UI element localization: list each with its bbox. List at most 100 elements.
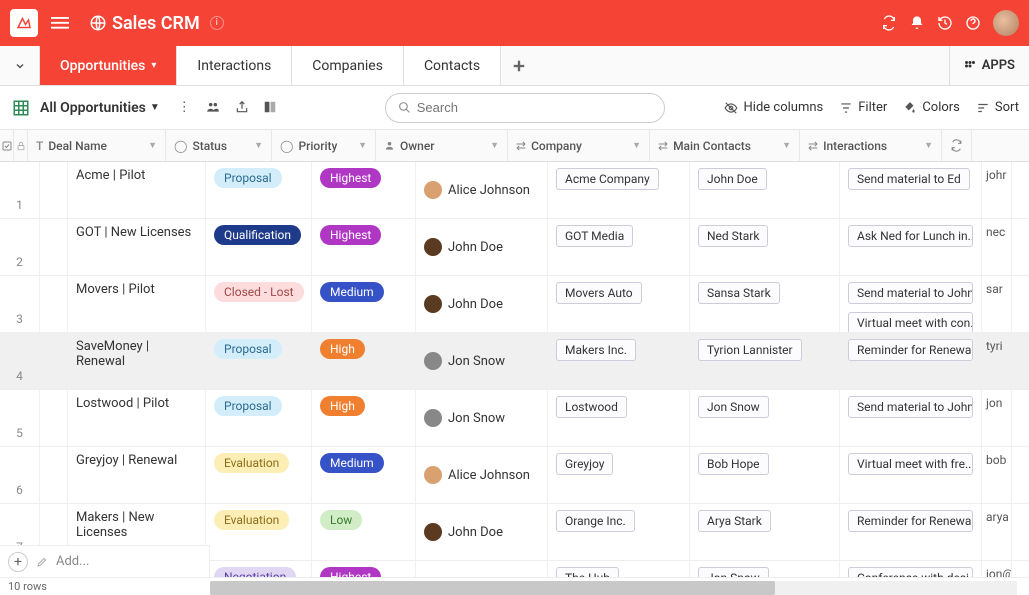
cell-contacts[interactable]: John Doe: [690, 162, 840, 218]
company-chip[interactable]: The Hub: [556, 567, 619, 577]
column-priority[interactable]: ◯Priority▼: [272, 130, 376, 161]
cell-status[interactable]: Evaluation: [206, 447, 312, 503]
cell-deal-name[interactable]: Movers | Pilot: [68, 276, 206, 332]
cell-interactions[interactable]: Reminder for Renewal: [840, 504, 982, 560]
cell-priority[interactable]: Highest: [312, 561, 416, 577]
interaction-chip[interactable]: Virtual meet with con...: [848, 312, 973, 332]
contact-chip[interactable]: Ned Stark: [698, 225, 768, 247]
colors-button[interactable]: Colors: [903, 100, 960, 115]
cell-interactions[interactable]: Send material to John: [840, 390, 982, 446]
column-refresh-icon[interactable]: [942, 130, 972, 161]
people-icon[interactable]: [205, 100, 221, 115]
interaction-chip[interactable]: Ask Ned for Lunch in...: [848, 225, 973, 247]
tabs-expand-icon[interactable]: [0, 46, 40, 85]
cell-interactions[interactable]: Reminder for Renewal: [840, 333, 982, 389]
cell-contacts[interactable]: Bob Hope: [690, 447, 840, 503]
cell-company[interactable]: Orange Inc.: [548, 504, 690, 560]
sort-button[interactable]: Sort: [976, 100, 1019, 115]
cell-owner[interactable]: Jon Snow: [416, 561, 548, 577]
interaction-chip[interactable]: Send material to John: [848, 396, 973, 418]
cell-owner[interactable]: John Doe: [416, 219, 548, 275]
cell-owner[interactable]: Alice Johnson: [416, 162, 548, 218]
cell-company[interactable]: Greyjoy: [548, 447, 690, 503]
column-interactions[interactable]: ⇄Interactions▼: [800, 130, 942, 161]
contact-chip[interactable]: Jon Snow: [698, 567, 769, 577]
column-lock[interactable]: [14, 130, 28, 161]
layout-icon[interactable]: [263, 100, 277, 115]
cell-company[interactable]: Acme Company: [548, 162, 690, 218]
cell-status[interactable]: Proposal: [206, 333, 312, 389]
more-icon[interactable]: ⋮: [178, 100, 191, 115]
interaction-chip[interactable]: Send material to Ed: [848, 168, 970, 190]
user-avatar[interactable]: [993, 10, 1019, 36]
add-tab-button[interactable]: [501, 46, 537, 85]
cell-priority[interactable]: High: [312, 390, 416, 446]
column-status[interactable]: ◯Status▼: [166, 130, 272, 161]
cell-owner[interactable]: John Doe: [416, 504, 548, 560]
column-owner[interactable]: Owner▼: [376, 130, 508, 161]
add-row-button[interactable]: +: [8, 552, 28, 572]
hide-columns-button[interactable]: Hide columns: [723, 100, 824, 115]
cell-status[interactable]: Qualification: [206, 219, 312, 275]
column-company[interactable]: ⇄Company▼: [508, 130, 650, 161]
cell-status[interactable]: Closed - Lost: [206, 276, 312, 332]
contact-chip[interactable]: John Doe: [698, 168, 767, 190]
interaction-chip[interactable]: Reminder for Renewal: [848, 510, 973, 532]
cell-owner[interactable]: Jon Snow: [416, 390, 548, 446]
cell-interactions[interactable]: Send material to Ed: [840, 162, 982, 218]
cell-status[interactable]: Proposal: [206, 390, 312, 446]
table-row[interactable]: 5Lostwood | PilotProposalHighJon SnowLos…: [0, 390, 1029, 447]
column-deal-name[interactable]: TDeal Name▼: [28, 130, 166, 161]
company-chip[interactable]: Acme Company: [556, 168, 659, 190]
tab-opportunities[interactable]: Opportunities▾: [40, 46, 177, 85]
table-row[interactable]: 4SaveMoney | RenewalProposalHighJon Snow…: [0, 333, 1029, 390]
filter-button[interactable]: Filter: [839, 100, 887, 115]
cell-deal-name[interactable]: Lostwood | Pilot: [68, 390, 206, 446]
cell-priority[interactable]: Medium: [312, 447, 416, 503]
cell-owner[interactable]: Jon Snow: [416, 333, 548, 389]
menu-icon[interactable]: [46, 9, 74, 37]
cell-company[interactable]: GOT Media: [548, 219, 690, 275]
share-icon[interactable]: [235, 100, 249, 115]
company-chip[interactable]: Orange Inc.: [556, 510, 635, 532]
cell-status[interactable]: Proposal: [206, 162, 312, 218]
cell-interactions[interactable]: Virtual meet with fre...: [840, 447, 982, 503]
table-row[interactable]: 2GOT | New LicensesQualificationHighestJ…: [0, 219, 1029, 276]
cell-contacts[interactable]: Jon SnowDavid Stark: [690, 561, 840, 577]
cell-deal-name[interactable]: Acme | Pilot: [68, 162, 206, 218]
interaction-chip[interactable]: Reminder for Renewal: [848, 339, 973, 361]
sync-icon[interactable]: [875, 9, 903, 37]
cell-owner[interactable]: John Doe: [416, 276, 548, 332]
cell-priority[interactable]: High: [312, 333, 416, 389]
cell-deal-name[interactable]: SaveMoney | Renewal: [68, 333, 206, 389]
interaction-chip[interactable]: Virtual meet with fre...: [848, 453, 973, 475]
table-row[interactable]: 1Acme | PilotProposalHighestAlice Johnso…: [0, 162, 1029, 219]
contact-chip[interactable]: Tyrion Lannister: [698, 339, 802, 361]
add-row-text[interactable]: Add...: [56, 554, 89, 569]
cell-status[interactable]: Evaluation: [206, 504, 312, 560]
cell-company[interactable]: The Hub: [548, 561, 690, 577]
cell-interactions[interactable]: Send material to JohnVirtual meet with c…: [840, 276, 982, 332]
cell-company[interactable]: Makers Inc.: [548, 333, 690, 389]
cell-priority[interactable]: Highest: [312, 219, 416, 275]
interaction-chip[interactable]: Conference with desi...: [848, 567, 973, 577]
company-chip[interactable]: Lostwood: [556, 396, 627, 418]
app-logo[interactable]: [10, 9, 38, 37]
view-selector[interactable]: All Opportunities ▼: [40, 100, 160, 116]
globe-icon[interactable]: [84, 9, 112, 37]
contact-chip[interactable]: Bob Hope: [698, 453, 769, 475]
cell-interactions[interactable]: Conference with desi...: [840, 561, 982, 577]
cell-contacts[interactable]: Arya Stark: [690, 504, 840, 560]
cell-status[interactable]: Negotiation: [206, 561, 312, 577]
tab-companies[interactable]: Companies: [292, 46, 404, 85]
company-chip[interactable]: Movers Auto: [556, 282, 642, 304]
grid-view-icon[interactable]: [10, 97, 32, 119]
help-icon[interactable]: [959, 9, 987, 37]
apps-button[interactable]: APPS: [949, 46, 1029, 85]
cell-contacts[interactable]: Jon Snow: [690, 390, 840, 446]
company-chip[interactable]: GOT Media: [556, 225, 633, 247]
history-icon[interactable]: [931, 9, 959, 37]
contact-chip[interactable]: Arya Stark: [698, 510, 771, 532]
cell-company[interactable]: Lostwood: [548, 390, 690, 446]
search-input[interactable]: [417, 100, 652, 115]
